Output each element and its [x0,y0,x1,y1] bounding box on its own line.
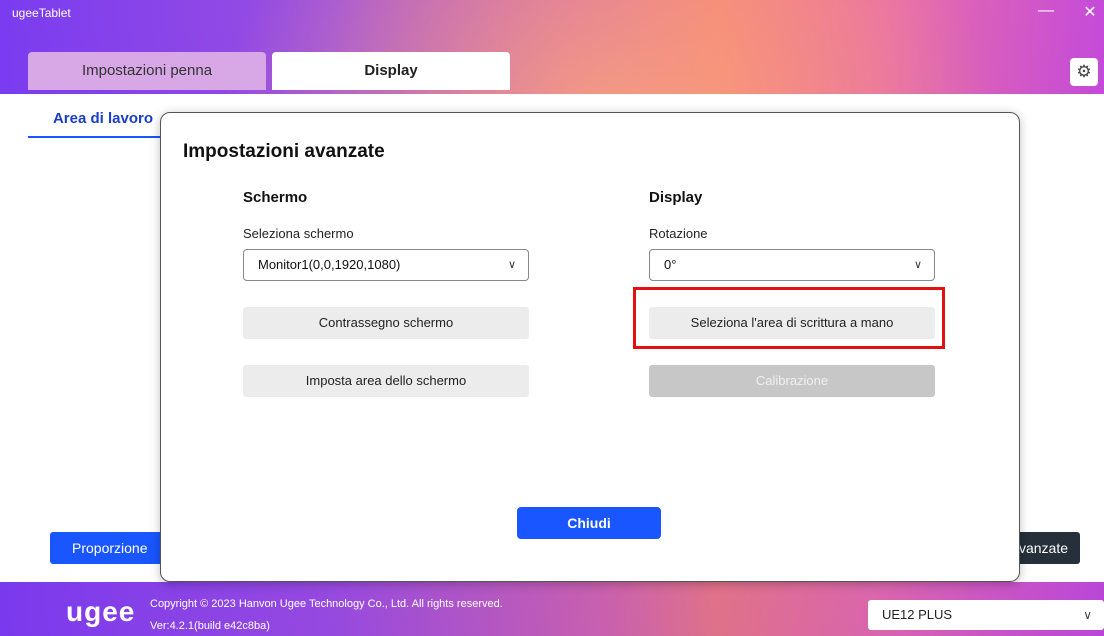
mark-screen-button[interactable]: Contrassegno schermo [243,307,529,339]
chevron-down-icon: ∨ [913,259,922,271]
minimize-icon[interactable]: — [1036,2,1056,22]
gear-icon[interactable]: ⚙ [1070,58,1098,86]
rotation-select-value: 0° [664,257,677,272]
screen-select[interactable]: Monitor1(0,0,1920,1080) ∨ [243,249,529,281]
subtab-work-area[interactable]: Area di lavoro [28,102,178,138]
ugee-logo: ugee [66,596,136,627]
dialog-title: Impostazioni avanzate [183,141,385,162]
screen-select-value: Monitor1(0,0,1920,1080) [258,257,401,272]
version-text: Ver:4.2.1(build e42c8ba) [150,620,270,632]
app-window: ugeeTablet — ✕ Impostazioni penna Displa… [0,0,1104,636]
select-screen-label: Seleziona schermo [243,226,354,241]
screen-section-heading: Schermo [243,189,308,206]
rotation-select[interactable]: 0° ∨ [649,249,935,281]
tab-pen-settings[interactable]: Impostazioni penna [28,52,266,90]
chevron-down-icon: ∨ [507,259,516,271]
close-window-icon[interactable]: ✕ [1080,2,1100,22]
tab-display[interactable]: Display [272,52,510,90]
app-title: ugeeTablet [12,6,71,20]
set-screen-area-button[interactable]: Imposta area dello schermo [243,365,529,397]
calibration-button: Calibrazione [649,365,935,397]
device-select-value: UE12 PLUS [882,607,953,622]
close-button[interactable]: Chiudi [517,507,661,539]
rotation-label: Rotazione [649,226,708,241]
copyright-text: Copyright © 2023 Hanvon Ugee Technology … [150,598,503,610]
title-bar: ugeeTablet — ✕ [0,0,1104,26]
advanced-settings-dialog: Impostazioni avanzate Schermo Seleziona … [160,112,1020,582]
chevron-down-icon: ∨ [1083,608,1092,622]
display-section-heading: Display [649,189,703,206]
device-select[interactable]: UE12 PLUS ∨ [868,600,1104,630]
highlight-box [633,287,945,349]
